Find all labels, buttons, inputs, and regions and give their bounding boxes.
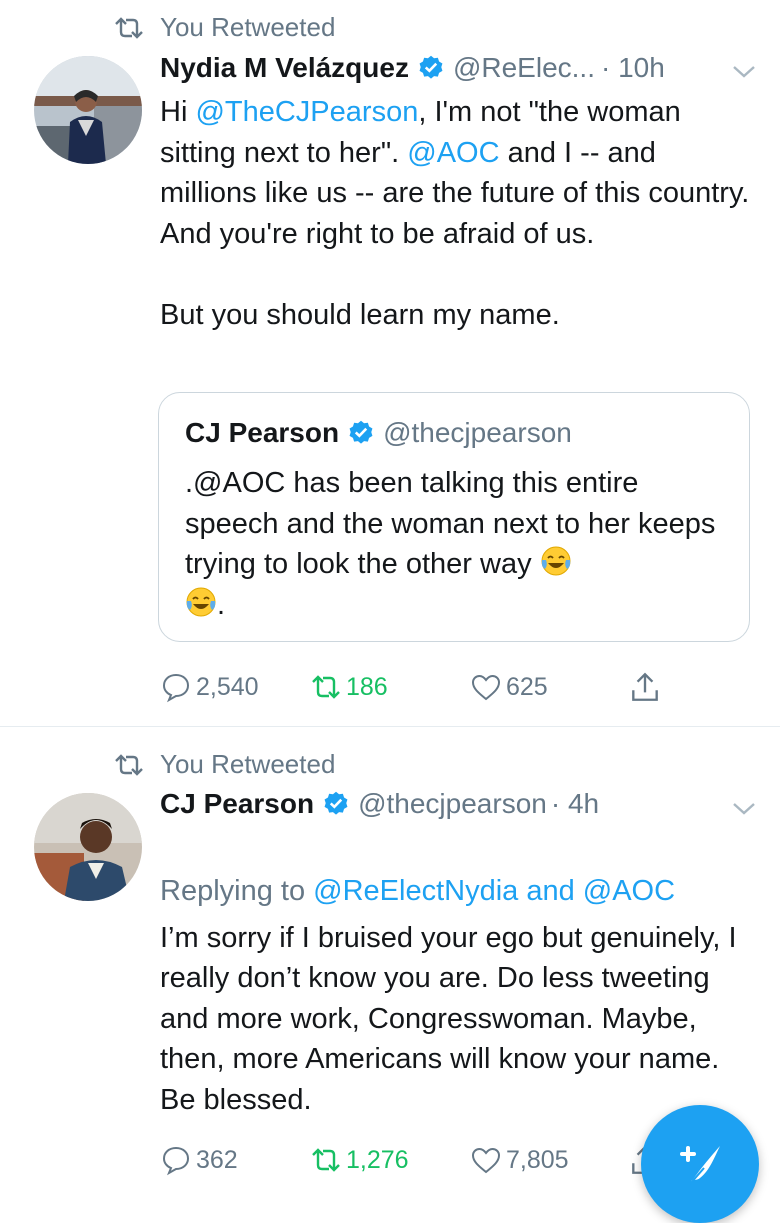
face-with-tears-of-joy-emoji [186,587,216,616]
quoted-tweet-header: CJ Pearson @thecjpearson [185,417,572,449]
retweet-icon [115,16,143,39]
like-count: 625 [506,672,548,701]
reply-icon [162,1146,190,1176]
tweet-text: Hi @TheCJPearson, I'm not "the woman sit… [160,92,750,335]
retweet-indicator-label: You Retweeted [160,749,336,779]
chevron-down-icon[interactable] [731,801,757,817]
author-name[interactable]: Nydia M Velázquez [160,52,409,84]
tweet-1[interactable]: You Retweeted Nydia M Velázquez @ReElec.… [0,0,780,726]
like-button[interactable]: 625 [470,671,628,703]
timestamp[interactable]: · 4h [551,788,599,820]
avatar[interactable] [34,793,142,901]
tweet-text-content: I’m sorry if I bruised your ego but genu… [160,921,737,1116]
reply-button[interactable]: 2,540 [160,671,310,703]
compose-tweet-icon [680,1146,720,1185]
retweet-icon [312,675,340,699]
verified-badge-icon [349,420,373,444]
quoted-author-name: CJ Pearson [185,417,340,448]
tweet-actions: 2,540 186 625 [160,670,666,704]
author-name[interactable]: CJ Pearson [160,788,314,820]
retweet-indicator: You Retweeted [112,12,335,43]
text-segment: Hi [160,96,196,128]
retweet-button[interactable]: 186 [310,671,470,703]
compose-tweet-button[interactable] [641,1105,759,1223]
timestamp[interactable]: · 10h [601,52,665,84]
author-handle[interactable]: @ReElec... [453,52,595,84]
share-button[interactable] [628,670,666,704]
share-icon [632,672,658,701]
retweet-count: 1,276 [346,1145,409,1174]
like-button[interactable]: 7,805 [470,1144,628,1176]
author-handle[interactable]: @thecjpearson [358,788,547,820]
tweet-text: I’m sorry if I bruised your ego but genu… [160,877,755,1120]
reply-count: 2,540 [196,672,259,701]
retweet-indicator: You Retweeted [112,749,335,780]
verified-badge-icon [419,55,443,79]
tweet-actions: 362 1,276 7,805 [160,1143,666,1177]
quoted-tweet[interactable]: CJ Pearson @thecjpearson .@AOC has been … [158,392,750,642]
retweet-indicator-label: You Retweeted [160,12,336,42]
heart-icon [471,1147,501,1174]
tweet-header: CJ Pearson @thecjpearson · 4h [160,788,599,820]
verified-badge-icon [324,791,348,815]
mention-link[interactable]: @AOC [407,137,499,169]
quoted-author-handle: @thecjpearson [383,417,572,448]
quoted-tweet-text: .@AOC has been talking this entire speec… [185,467,716,621]
tweet-header: Nydia M Velázquez @ReElec... · 10h [160,52,665,84]
retweet-button[interactable]: 1,276 [310,1144,470,1176]
face-with-tears-of-joy-emoji [541,546,571,576]
heart-icon [471,674,501,701]
chevron-down-icon[interactable] [731,64,757,80]
retweet-icon [312,1148,340,1172]
reply-icon [162,673,190,703]
reply-count: 362 [196,1145,238,1174]
retweet-count: 186 [346,672,388,701]
mention-link[interactable]: @TheCJPearson [195,96,418,128]
like-count: 7,805 [506,1145,569,1174]
avatar[interactable] [34,56,142,164]
quoted-text-content: .@AOC has been talking this entire speec… [185,467,716,580]
retweet-icon [115,753,143,776]
reply-button[interactable]: 362 [160,1144,310,1176]
